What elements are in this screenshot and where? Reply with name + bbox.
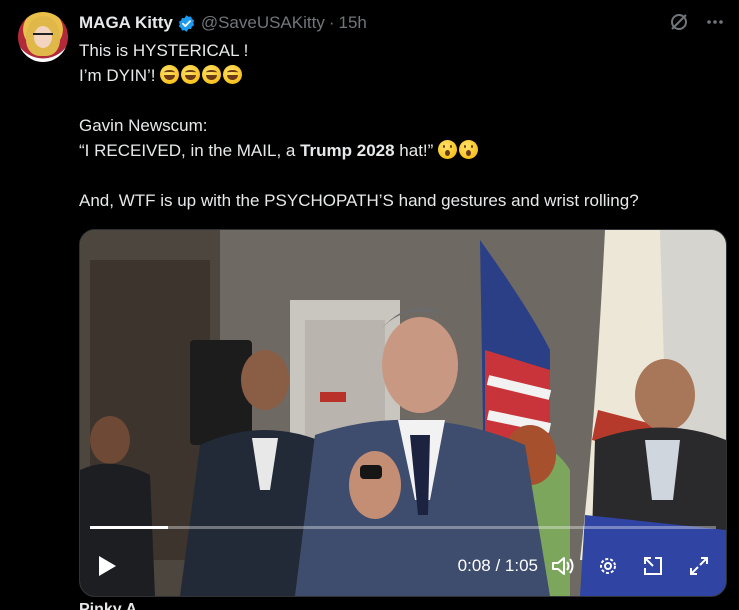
- settings-gear-icon[interactable]: [596, 554, 620, 578]
- progress-bar[interactable]: [90, 526, 716, 529]
- video-frame: [80, 230, 726, 596]
- bold-text: Trump 2028: [300, 141, 395, 160]
- display-name[interactable]: MAGA Kitty: [79, 13, 173, 33]
- picture-in-picture-icon[interactable]: [641, 554, 665, 578]
- laughing-emoji-icon: [181, 65, 201, 84]
- text-line: I’m DYIN’!: [79, 63, 729, 88]
- text-line: Gavin Newscum:: [79, 116, 208, 135]
- volume-icon[interactable]: [550, 554, 576, 578]
- handle[interactable]: @SaveUSAKitty: [201, 13, 325, 33]
- astonished-emoji-icon: [438, 140, 458, 159]
- progress-fill: [90, 526, 169, 529]
- text-span: “I RECEIVED, in the MAIL, a: [79, 141, 301, 160]
- text-line: And, WTF is up with the PSYCHOPATH’S han…: [79, 191, 639, 210]
- laughing-emoji-icon: [160, 65, 180, 84]
- video-time: 0:08 / 1:05: [457, 556, 538, 575]
- text-line: This is HYSTERICAL !: [79, 41, 249, 60]
- grok-icon[interactable]: [669, 12, 689, 32]
- laughing-emoji-icon: [223, 65, 243, 84]
- separator: ·: [328, 13, 335, 32]
- play-icon[interactable]: [96, 554, 118, 578]
- tweet-actions-top: [669, 12, 725, 32]
- tweet: MAGA Kitty @SaveUSAKitty · 15h This is H…: [0, 0, 739, 610]
- text-span: I’m DYIN’!: [79, 66, 156, 85]
- laughing-emoji-icon: [202, 65, 222, 84]
- more-options-icon[interactable]: [705, 12, 725, 32]
- avatar[interactable]: [18, 12, 68, 62]
- video-player[interactable]: 0:08 / 1:05: [79, 229, 727, 597]
- video-controls: 0:08 / 1:05: [80, 546, 726, 586]
- fullscreen-icon[interactable]: [687, 554, 711, 578]
- tweet-header: MAGA Kitty @SaveUSAKitty · 15h: [79, 12, 367, 34]
- next-post-name[interactable]: Pinky A: [79, 601, 137, 610]
- astonished-emoji-icon: [459, 140, 479, 159]
- text-line: “I RECEIVED, in the MAIL, a Trump 2028 h…: [79, 138, 729, 163]
- tweet-text: This is HYSTERICAL ! I’m DYIN’! Gavin Ne…: [79, 38, 729, 213]
- verified-badge-icon: [178, 14, 194, 32]
- timestamp[interactable]: 15h: [339, 13, 367, 33]
- text-span: hat!”: [394, 141, 434, 160]
